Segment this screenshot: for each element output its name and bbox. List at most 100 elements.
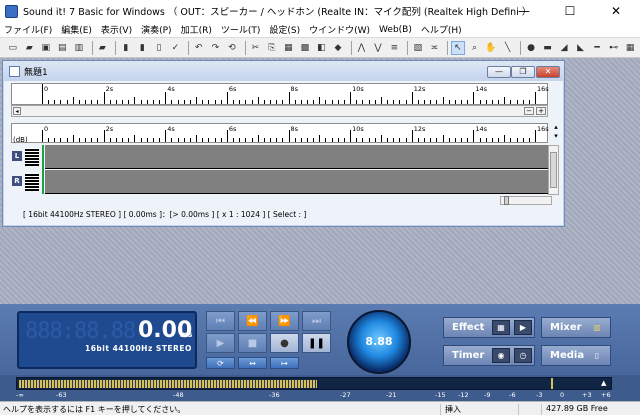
scroll-left-icon[interactable]: ◂	[13, 107, 21, 115]
close-button[interactable]: ✕	[593, 0, 639, 22]
ruler-tick	[479, 100, 481, 104]
minimize-button[interactable]: —	[501, 0, 547, 22]
grid-icon[interactable]: ▦	[623, 41, 637, 55]
zoom-tool-icon[interactable]: ⌕	[468, 41, 482, 55]
menu-file[interactable]: ファイル(F)	[4, 23, 52, 36]
effect-play-icon[interactable]: ▶	[514, 320, 532, 335]
track-left-waveform[interactable]	[45, 145, 548, 169]
ruler-tick	[189, 138, 191, 142]
loop-icon[interactable]: ⟳	[206, 357, 235, 369]
document-close-button[interactable]: ✕	[536, 66, 560, 78]
menu-window[interactable]: ウインドウ(W)	[309, 23, 370, 36]
line-tool-icon[interactable]: ━	[590, 41, 604, 55]
ruler-tick	[91, 138, 93, 142]
zoom-out-icon[interactable]: −	[524, 107, 534, 115]
import-icon[interactable]: ▰	[96, 41, 110, 55]
level-icon[interactable]: ▮	[136, 41, 150, 55]
pointer-tool-icon[interactable]: ↖	[451, 40, 465, 55]
erase-icon[interactable]: ◆	[331, 41, 345, 55]
menu-web[interactable]: Web(B)	[379, 25, 412, 35]
normalize-icon[interactable]: ≡	[388, 41, 402, 55]
track-label-left[interactable]: L	[12, 151, 22, 161]
menu-settings[interactable]: 設定(S)	[269, 23, 300, 36]
track-label-right[interactable]: R	[12, 176, 22, 186]
volume-ramp2-icon[interactable]: ◣	[574, 41, 588, 55]
bars-icon[interactable]: ▮	[119, 41, 133, 55]
menu-play[interactable]: 演奏(P)	[141, 23, 171, 36]
ruler-tick	[306, 100, 308, 104]
menu-help[interactable]: ヘルプ(H)	[421, 23, 462, 36]
timer-record-icon[interactable]: ◉	[492, 348, 510, 363]
menu-edit[interactable]: 編集(E)	[61, 23, 92, 36]
maximize-button[interactable]: ☐	[547, 0, 593, 22]
playhead-cursor[interactable]	[42, 145, 44, 194]
ruler-tick	[510, 138, 512, 142]
document-restore-button[interactable]: ❐	[511, 66, 535, 78]
document-minimize-button[interactable]: —	[487, 66, 511, 78]
ruler-tick	[134, 97, 136, 104]
export-icon[interactable]: ▥	[72, 41, 86, 55]
menu-tools[interactable]: ツール(T)	[221, 23, 261, 36]
stop-icon[interactable]: ■	[238, 333, 267, 353]
repeat-icon[interactable]: ⟲	[225, 41, 239, 55]
scale-tick: -9	[484, 391, 491, 399]
meter-arrow-icon[interactable]: ▲	[601, 379, 609, 388]
vertical-scrollbar[interactable]	[548, 145, 559, 195]
check-icon[interactable]: ✓	[169, 41, 183, 55]
cut-icon[interactable]: ✂	[249, 41, 263, 55]
peak-indicator	[551, 378, 553, 389]
copy-icon[interactable]: ⎘	[265, 41, 279, 55]
ruler-tick	[467, 138, 469, 142]
silence-icon[interactable]: ≍	[428, 41, 442, 55]
paste-icon[interactable]: ▦	[282, 41, 296, 55]
menu-view[interactable]: 表示(V)	[101, 23, 132, 36]
menu-process[interactable]: 加工(R)	[181, 23, 212, 36]
loop-range-icon[interactable]: ↔	[238, 357, 267, 369]
effect-wave-icon[interactable]: ▦	[492, 320, 510, 335]
save-as-icon[interactable]: ▤	[56, 41, 70, 55]
go-to-end-icon[interactable]: ⏭	[302, 311, 331, 331]
zoom-in-icon[interactable]: +	[536, 107, 546, 115]
track-right-waveform[interactable]	[45, 170, 548, 194]
document-icon[interactable]: ▯	[152, 41, 166, 55]
overview-scrollbar[interactable]: ◂ − +	[11, 105, 548, 117]
ruler-tick	[78, 138, 80, 142]
fast-forward-icon[interactable]: ⏩	[270, 311, 299, 331]
go-to-start-icon[interactable]: ⏮	[206, 311, 235, 331]
open-folder-icon[interactable]: ▰	[23, 41, 37, 55]
rewind-icon[interactable]: ⏪	[238, 311, 267, 331]
waveform-icon[interactable]: ▧	[411, 41, 425, 55]
pencil-tool-icon[interactable]: ╲	[501, 41, 515, 55]
play-icon[interactable]: ▶	[206, 333, 235, 353]
new-file-icon[interactable]: ▭	[6, 41, 20, 55]
redo-icon[interactable]: ↷	[209, 41, 223, 55]
ruler-tick	[140, 100, 142, 104]
save-icon[interactable]: ▣	[39, 41, 53, 55]
mix-paste-icon[interactable]: ▩	[298, 41, 312, 55]
record-circle-icon[interactable]: ●	[524, 41, 538, 55]
overview-ruler[interactable]: 0 2s 4s 6s 8s 10s 12s 14s 16s	[11, 83, 549, 105]
ruler-tick	[393, 100, 395, 104]
marker-icon[interactable]: ⊷	[607, 41, 621, 55]
record-icon[interactable]: ●	[270, 333, 299, 353]
pitch-knob[interactable]: 8.88	[347, 310, 411, 374]
volume-ramp-icon[interactable]: ◢	[557, 41, 571, 55]
ruler-tick	[140, 138, 142, 142]
loop-end-icon[interactable]: ↦	[270, 357, 299, 369]
mixer-icon: ▥	[593, 323, 601, 332]
ruler-tick	[159, 100, 161, 104]
trim-icon[interactable]: ◧	[315, 41, 329, 55]
hand-tool-icon[interactable]: ✋	[484, 41, 498, 55]
volume-low-icon[interactable]: ▬	[541, 41, 555, 55]
pause-icon[interactable]: ❚❚	[302, 333, 331, 353]
time-ruler[interactable]: 0 2s 4s 6s 8s 10s 12s 14s 16s	[11, 123, 549, 143]
horizontal-zoom-slider[interactable]	[500, 196, 552, 205]
fade-in-icon[interactable]: ⋀	[355, 41, 369, 55]
ruler-tick-label: 2s	[105, 125, 114, 133]
ruler-tick	[319, 135, 321, 142]
ruler-arrows-icon[interactable]: ▴ ▾	[550, 123, 562, 147]
undo-icon[interactable]: ↶	[192, 41, 206, 55]
fade-out-icon[interactable]: ⋁	[371, 41, 385, 55]
document-icon	[9, 65, 20, 77]
clock-icon[interactable]: ◷	[514, 348, 532, 363]
